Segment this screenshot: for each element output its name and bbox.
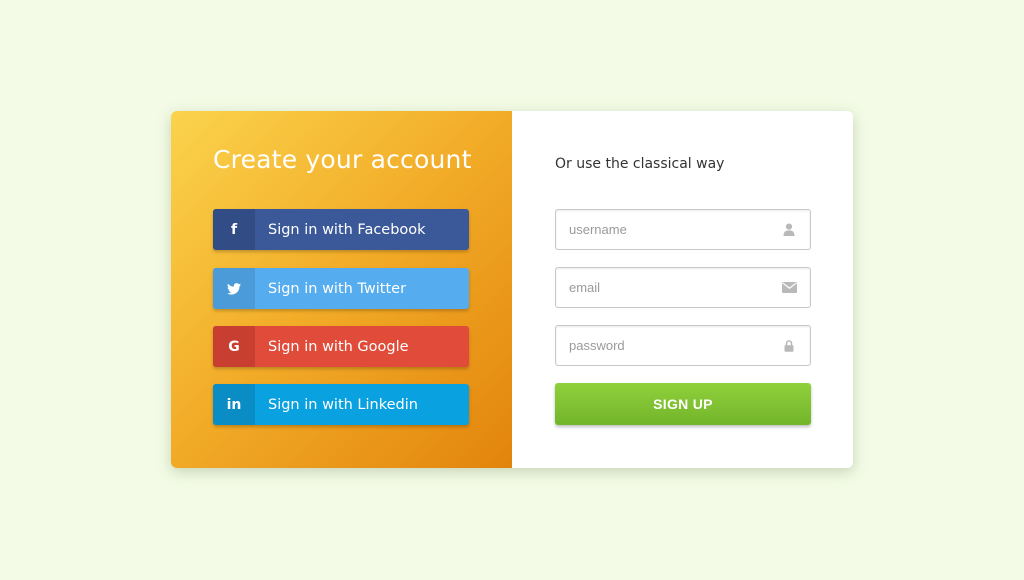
linkedin-signin-label: Sign in with Linkedin	[268, 396, 418, 413]
facebook-icon: f	[213, 209, 255, 250]
twitter-signin-button[interactable]: Sign in with Twitter	[213, 268, 469, 309]
signup-card: Create your account f Sign in with Faceb…	[171, 111, 853, 468]
username-input[interactable]	[556, 210, 780, 249]
google-icon: G	[213, 326, 255, 367]
twitter-icon	[213, 268, 255, 309]
linkedin-signin-button[interactable]: in Sign in with Linkedin	[213, 384, 469, 425]
lock-icon	[780, 337, 798, 355]
username-field-wrapper	[555, 209, 811, 250]
linkedin-icon: in	[213, 384, 255, 425]
email-field-wrapper	[555, 267, 811, 308]
classic-signup-heading: Or use the classical way	[555, 156, 725, 172]
envelope-icon	[780, 279, 798, 297]
email-input[interactable]	[556, 268, 780, 307]
google-signin-label: Sign in with Google	[268, 338, 409, 355]
sign-up-button[interactable]: SIGN UP	[555, 383, 811, 425]
facebook-signin-button[interactable]: f Sign in with Facebook	[213, 209, 469, 250]
twitter-signin-label: Sign in with Twitter	[268, 280, 407, 297]
password-input[interactable]	[556, 326, 780, 365]
page-title: Create your account	[213, 145, 472, 174]
social-panel: Create your account f Sign in with Faceb…	[171, 111, 512, 468]
password-field-wrapper	[555, 325, 811, 366]
user-icon	[780, 221, 798, 239]
classic-signup-panel: Or use the classical way username email …	[512, 111, 853, 468]
google-signin-button[interactable]: G Sign in with Google	[213, 326, 469, 367]
facebook-signin-label: Sign in with Facebook	[268, 221, 426, 238]
